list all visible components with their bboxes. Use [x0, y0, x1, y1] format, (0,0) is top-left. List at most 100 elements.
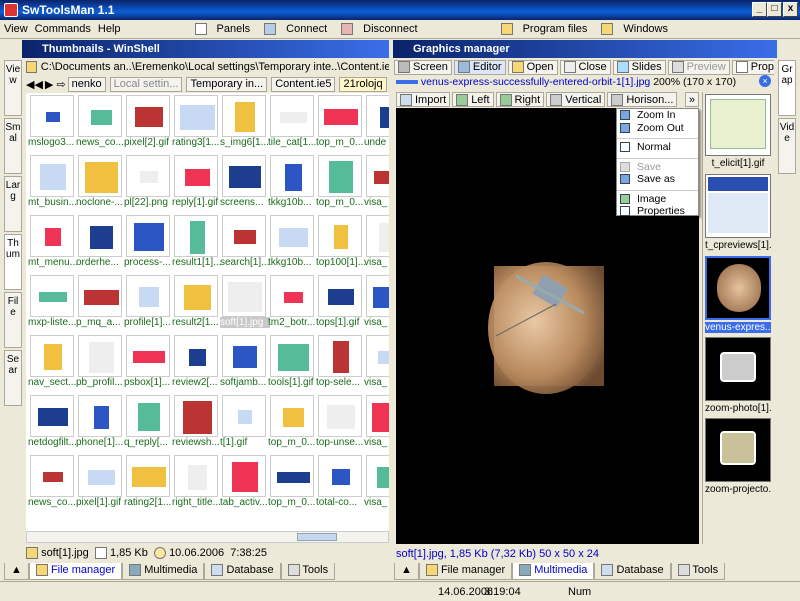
thumbnail-item[interactable]: mt_menu...	[28, 213, 78, 271]
thumbnail-item[interactable]: top100[1]...	[316, 213, 366, 271]
import-button[interactable]: Import	[396, 92, 451, 107]
menu-save-as[interactable]: Save as	[617, 173, 698, 186]
thumbnail-item[interactable]: pb_profil...	[76, 333, 124, 391]
thumbnail-item[interactable]: psbox[1]...	[124, 333, 172, 391]
thumbnail-item[interactable]: q_reply[...	[124, 393, 172, 451]
breadcrumb-item[interactable]: nenko	[67, 76, 106, 92]
slides-button[interactable]: Slides	[612, 59, 666, 75]
thumbnail-item[interactable]: screens...	[220, 153, 268, 211]
disconnect-button[interactable]: Disconnect	[341, 23, 424, 35]
rotate-right-button[interactable]: Right	[495, 92, 545, 107]
thumbnail-item[interactable]: tab_activ...	[220, 453, 268, 511]
strip-thumb-1[interactable]	[705, 94, 771, 156]
vtab-large[interactable]: Larg	[4, 176, 22, 232]
program-files-shortcut[interactable]: Program files	[500, 23, 595, 35]
thumbnail-item[interactable]: unde	[364, 93, 389, 151]
thumbnail-item[interactable]: noclone-...	[76, 153, 124, 211]
tab-tools[interactable]: Tools	[670, 563, 726, 580]
thumbnail-item[interactable]: tkkg10b...	[268, 153, 316, 211]
thumbnail-item[interactable]: profile[1]...	[124, 273, 172, 331]
thumbnail-item[interactable]: top_m_0...	[316, 153, 364, 211]
menu-save[interactable]: Save	[617, 161, 698, 174]
preview-button[interactable]: Preview	[667, 59, 730, 75]
thumbnail-item[interactable]: pixel[1].gif	[76, 453, 124, 511]
maximize-button[interactable]: □	[767, 2, 782, 17]
thumbnail-item[interactable]: visa_	[364, 213, 389, 271]
tab-database[interactable]: Database	[594, 563, 671, 580]
forward-icon[interactable]: ▶ ⇨	[45, 78, 66, 91]
flip-horizontal-button[interactable]: Horison...	[607, 92, 678, 107]
thumbnail-item[interactable]: visa_	[364, 393, 389, 451]
menu-properties[interactable]: Properties	[617, 205, 698, 218]
thumbnail-item[interactable]: rating2[1...	[124, 453, 172, 511]
vtab-search[interactable]: Sear	[4, 350, 22, 406]
thumbnail-item[interactable]: tkkg10b...	[268, 213, 316, 271]
thumbnail-item[interactable]: right_title...	[172, 453, 221, 511]
thumbnail-item[interactable]: news_co...	[76, 93, 124, 151]
editor-button[interactable]: Editor	[453, 59, 506, 75]
thumbnail-item[interactable]: review2[...	[172, 333, 220, 391]
menu-normal[interactable]: Normal	[617, 141, 698, 154]
breadcrumb-item[interactable]: Content.ie5	[271, 76, 336, 92]
vtab-view[interactable]: View	[4, 60, 22, 116]
tab-scroll-left[interactable]: ▲	[394, 563, 419, 580]
thumbnail-item[interactable]: soft[1].jpg	[220, 273, 270, 331]
menu-zoom-in[interactable]: Zoom In	[617, 109, 698, 122]
close-image-icon[interactable]: ×	[759, 75, 771, 87]
thumbnail-item[interactable]: tile_cat[1...	[268, 93, 316, 151]
thumbnail-item[interactable]: p_mq_a...	[76, 273, 124, 331]
thumbnail-item[interactable]: result2[1...	[172, 273, 220, 331]
thumbnail-item[interactable]: total-co...	[316, 453, 364, 511]
thumbnail-item[interactable]: top_m_0...	[268, 393, 316, 451]
thumbnail-item[interactable]: softjamb...	[220, 333, 268, 391]
thumbnail-item[interactable]: top-unse...	[316, 393, 364, 451]
thumbnail-item[interactable]: pixel[2].gif	[124, 93, 172, 151]
menu-view[interactable]: View	[4, 23, 28, 35]
thumbnail-item[interactable]: visa_	[364, 453, 389, 511]
tab-multimedia[interactable]: Multimedia	[512, 563, 595, 580]
thumbnail-item[interactable]: mslogo3...	[28, 93, 76, 151]
strip-thumb-5[interactable]	[705, 418, 771, 482]
menu-help[interactable]: Help	[98, 23, 121, 35]
thumbnail-item[interactable]: reviewsh...	[172, 393, 220, 451]
tab-scroll-left[interactable]: ▲	[4, 563, 29, 580]
thumbnail-item[interactable]: tops[1].gif	[316, 273, 364, 331]
more-tools-button[interactable]: »	[684, 92, 699, 107]
tab-file-manager[interactable]: File manager	[418, 563, 513, 580]
windows-shortcut[interactable]: Windows	[601, 23, 675, 35]
flip-vertical-button[interactable]: Vertical	[546, 92, 606, 107]
thumbnail-item[interactable]: s_img6[1...	[220, 93, 269, 151]
screen-button[interactable]: Screen	[394, 59, 452, 75]
thumbnail-item[interactable]: visa_	[364, 333, 389, 391]
thumbnail-item[interactable]: netdogfilt...	[28, 393, 77, 451]
menu-zoom-out[interactable]: Zoom Out	[617, 122, 698, 135]
thumbnail-item[interactable]: result1[1]...	[172, 213, 221, 271]
thumbnail-item[interactable]: tm2_botr...	[268, 273, 316, 331]
thumbnail-item[interactable]: top_m_0...	[316, 93, 364, 151]
strip-thumb-2[interactable]	[705, 174, 771, 238]
scrollbar-thumb[interactable]	[297, 533, 337, 541]
vtab-graphics[interactable]: Grap	[778, 60, 796, 116]
tab-database[interactable]: Database	[204, 563, 281, 580]
thumbnail-item[interactable]: process-...	[124, 213, 172, 271]
thumbnail-item[interactable]: orderhe...	[76, 213, 124, 271]
thumbnail-item[interactable]: phone[1]...	[76, 393, 124, 451]
close-image-button[interactable]: Close	[559, 59, 611, 75]
thumbnail-item[interactable]: top-sele...	[316, 333, 364, 391]
vtab-file[interactable]: File	[4, 292, 22, 348]
connect-button[interactable]: Connect	[264, 23, 334, 35]
minimize-button[interactable]: _	[752, 2, 767, 17]
thumbnail-item[interactable]: mxp-liste...	[28, 273, 76, 331]
horizontal-scrollbar[interactable]	[26, 531, 389, 543]
thumbnail-item[interactable]: visa_	[364, 153, 389, 211]
thumbnail-item[interactable]: t[1].gif	[220, 393, 268, 451]
open-button[interactable]: Open	[507, 59, 558, 75]
thumbnail-item[interactable]: reply[1].gif	[172, 153, 220, 211]
menu-commands[interactable]: Commands	[35, 23, 91, 35]
thumbnail-item[interactable]: search[1]...	[220, 213, 269, 271]
thumbnail-item[interactable]: visa_	[364, 273, 389, 331]
strip-thumb-4[interactable]	[705, 337, 771, 401]
thumbnail-item[interactable]: nav_sect...	[28, 333, 76, 391]
panels-button[interactable]: Panels	[194, 23, 258, 35]
menu-image[interactable]: Image	[617, 193, 698, 206]
